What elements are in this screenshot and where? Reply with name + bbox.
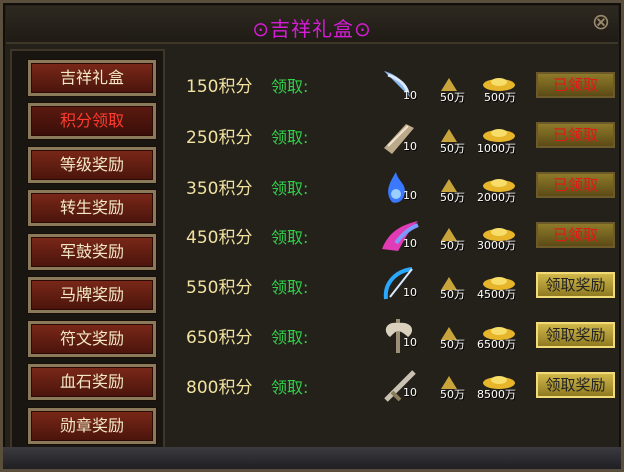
gold-ingot-amount: 1000万 — [477, 142, 516, 155]
gold-ingot-amount: 6500万 — [477, 338, 516, 351]
item-quantity: 10 — [403, 140, 417, 153]
sidebar-item-points-claim[interactable]: 积分领取 — [28, 103, 156, 139]
gold-pile-amount: 50万 — [440, 288, 465, 301]
sword-icon[interactable] — [378, 362, 422, 406]
claimed-button[interactable]: 已领取 — [536, 72, 615, 98]
sidebar-item-level-reward[interactable]: 等级奖励 — [28, 147, 156, 183]
bow-icon[interactable] — [378, 263, 422, 307]
points-label: 350积分 — [186, 179, 253, 199]
sidebar-item-auspicious-box[interactable]: 吉祥礼盒 — [28, 60, 156, 96]
pink-wing-icon[interactable] — [378, 213, 422, 257]
item-quantity: 10 — [403, 286, 417, 299]
points-label: 150积分 — [186, 77, 253, 97]
claim-label: 领取: — [271, 328, 309, 347]
gold-ingot-amount: 8500万 — [477, 388, 516, 401]
gold-pile-amount: 50万 — [440, 388, 465, 401]
sidebar: 吉祥礼盒 积分领取 等级奖励 转生奖励 军鼓奖励 马牌奖励 符文奖励 血石奖励 … — [10, 49, 165, 449]
points-label: 800积分 — [186, 378, 253, 398]
claim-label: 领取: — [271, 278, 309, 297]
axe-icon[interactable] — [378, 313, 422, 357]
gold-ingot-amount: 4500万 — [477, 288, 516, 301]
sidebar-item-bloodstone-reward[interactable]: 血石奖励 — [28, 364, 156, 400]
reward-window: ⊙吉祥礼盒⊙ ⊗ 吉祥礼盒 积分领取 等级奖励 转生奖励 军鼓奖励 马牌奖励 符… — [0, 0, 624, 472]
gold-ingot-amount: 500万 — [484, 91, 516, 104]
claim-reward-button[interactable]: 领取奖励 — [536, 372, 615, 398]
bottom-hud-strip — [3, 447, 621, 469]
claimed-button[interactable]: 已领取 — [536, 172, 615, 198]
gold-ingot-amount: 2000万 — [477, 191, 516, 204]
claim-reward-button[interactable]: 领取奖励 — [536, 322, 615, 348]
sidebar-item-medal-reward[interactable]: 勋章奖励 — [28, 408, 156, 444]
item-quantity: 10 — [403, 89, 417, 102]
gold-pile-amount: 50万 — [440, 239, 465, 252]
claimed-button[interactable]: 已领取 — [536, 222, 615, 248]
window-title: ⊙吉祥礼盒⊙ — [252, 17, 372, 41]
gold-pile-amount: 50万 — [440, 91, 465, 104]
gold-pile-amount: 50万 — [440, 191, 465, 204]
gold-ingot-amount: 3000万 — [477, 239, 516, 252]
claimed-button[interactable]: 已领取 — [536, 122, 615, 148]
sidebar-item-rebirth-reward[interactable]: 转生奖励 — [28, 190, 156, 226]
close-icon[interactable]: ⊗ — [588, 10, 614, 36]
item-quantity: 10 — [403, 386, 417, 399]
item-quantity: 10 — [403, 189, 417, 202]
points-label: 650积分 — [186, 328, 253, 348]
item-quantity: 10 — [403, 237, 417, 250]
claim-reward-button[interactable]: 领取奖励 — [536, 272, 615, 298]
claim-label: 领取: — [271, 77, 309, 96]
claim-label: 领取: — [271, 128, 309, 147]
claim-label: 领取: — [271, 179, 309, 198]
sidebar-item-rune-reward[interactable]: 符文奖励 — [28, 321, 156, 357]
item-quantity: 10 — [403, 336, 417, 349]
points-label: 250积分 — [186, 128, 253, 148]
sidebar-item-horse-reward[interactable]: 马牌奖励 — [28, 277, 156, 313]
claim-label: 领取: — [271, 378, 309, 397]
points-label: 450积分 — [186, 228, 253, 248]
points-label: 550积分 — [186, 278, 253, 298]
gold-pile-amount: 50万 — [440, 338, 465, 351]
claim-label: 领取: — [271, 228, 309, 247]
gold-pile-amount: 50万 — [440, 142, 465, 155]
title-bar: ⊙吉祥礼盒⊙ ⊗ — [6, 6, 618, 44]
sidebar-item-drum-reward[interactable]: 军鼓奖励 — [28, 234, 156, 270]
